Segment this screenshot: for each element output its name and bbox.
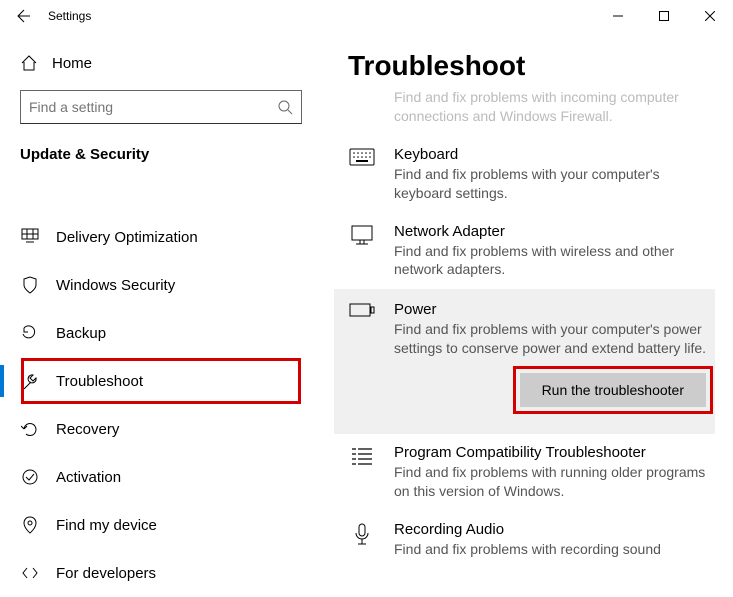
power-icon xyxy=(348,303,376,327)
search-box[interactable] xyxy=(20,90,302,124)
content: Troubleshoot Find and fix problems with … xyxy=(322,32,733,590)
activation-icon xyxy=(20,467,40,487)
ts-item-keyboard[interactable]: Keyboard Find and fix problems with your… xyxy=(348,136,713,213)
ts-desc: Find and fix problems with your computer… xyxy=(394,320,713,358)
nav-label: Troubleshoot xyxy=(56,373,143,390)
troubleshoot-icon xyxy=(20,371,40,391)
ts-desc: Find and fix problems with incoming comp… xyxy=(394,88,713,126)
nav-label: Recovery xyxy=(56,421,119,438)
network-adapter-icon xyxy=(348,225,376,249)
sidebar-item-find-my-device[interactable]: Find my device xyxy=(20,501,302,549)
recovery-icon xyxy=(20,419,40,439)
window-title: Settings xyxy=(48,9,91,23)
nav-label: Activation xyxy=(56,469,121,486)
nav-label: Windows Security xyxy=(56,277,175,294)
section-header: Update & Security xyxy=(20,146,302,163)
sidebar-item-troubleshoot[interactable]: Troubleshoot xyxy=(20,357,302,405)
backup-icon xyxy=(20,323,40,343)
ts-item-power[interactable]: Power Find and fix problems with your co… xyxy=(334,289,715,434)
nav-label: For developers xyxy=(56,565,156,582)
nav-label: Delivery Optimization xyxy=(56,229,198,246)
close-icon xyxy=(705,11,715,21)
ts-item-recording-audio[interactable]: Recording Audio Find and fix problems wi… xyxy=(348,511,713,569)
page-title: Troubleshoot xyxy=(348,50,713,82)
delivery-optimization-icon xyxy=(20,227,40,247)
nav-label: Backup xyxy=(56,325,106,342)
maximize-button[interactable] xyxy=(641,0,687,32)
ts-title: Recording Audio xyxy=(394,521,713,538)
ts-desc: Find and fix problems with recording sou… xyxy=(394,540,713,559)
close-button[interactable] xyxy=(687,0,733,32)
sidebar: Home Update & Security Delivery Optimiza… xyxy=(0,32,322,590)
ts-desc: Find and fix problems with wireless and … xyxy=(394,242,713,280)
for-developers-icon xyxy=(20,563,40,583)
ts-item-program-compatibility[interactable]: Program Compatibility Troubleshooter Fin… xyxy=(348,434,713,511)
search-icon xyxy=(277,99,293,115)
nav-list: Delivery Optimization Windows Security B… xyxy=(20,213,302,597)
ts-title: Network Adapter xyxy=(394,223,713,240)
windows-security-icon xyxy=(20,275,40,295)
ts-item-network-adapter[interactable]: Network Adapter Find and fix problems wi… xyxy=(348,213,713,290)
minimize-icon xyxy=(613,11,623,21)
main: Home Update & Security Delivery Optimiza… xyxy=(0,32,733,590)
program-compatibility-icon xyxy=(348,446,376,470)
sidebar-item-delivery-optimization[interactable]: Delivery Optimization xyxy=(20,213,302,261)
troubleshooter-list: Find and fix problems with incoming comp… xyxy=(348,88,713,569)
sidebar-item-activation[interactable]: Activation xyxy=(20,453,302,501)
ts-item-incoming-connections[interactable]: Find and fix problems with incoming comp… xyxy=(348,88,713,136)
maximize-icon xyxy=(659,11,669,21)
keyboard-icon xyxy=(348,148,376,172)
nav-label: Find my device xyxy=(56,517,157,534)
titlebar: Settings xyxy=(0,0,733,32)
minimize-button[interactable] xyxy=(595,0,641,32)
home-button[interactable]: Home xyxy=(20,44,302,90)
arrow-left-icon xyxy=(16,8,32,24)
ts-desc: Find and fix problems with your computer… xyxy=(394,165,713,203)
back-button[interactable] xyxy=(0,0,48,32)
search-input[interactable] xyxy=(29,99,277,115)
placeholder-icon xyxy=(348,90,376,114)
ts-title: Keyboard xyxy=(394,146,713,163)
sidebar-item-windows-security[interactable]: Windows Security xyxy=(20,261,302,309)
sidebar-item-recovery[interactable]: Recovery xyxy=(20,405,302,453)
ts-title: Program Compatibility Troubleshooter xyxy=(394,444,713,461)
run-highlight: Run the troubleshooter xyxy=(513,366,713,414)
ts-title: Power xyxy=(394,301,713,318)
recording-audio-icon xyxy=(348,523,376,547)
home-label: Home xyxy=(52,55,92,72)
sidebar-item-backup[interactable]: Backup xyxy=(20,309,302,357)
run-troubleshooter-button[interactable]: Run the troubleshooter xyxy=(520,373,706,407)
home-icon xyxy=(20,54,38,72)
find-my-device-icon xyxy=(20,515,40,535)
caption-buttons xyxy=(595,0,733,32)
ts-desc: Find and fix problems with running older… xyxy=(394,463,713,501)
